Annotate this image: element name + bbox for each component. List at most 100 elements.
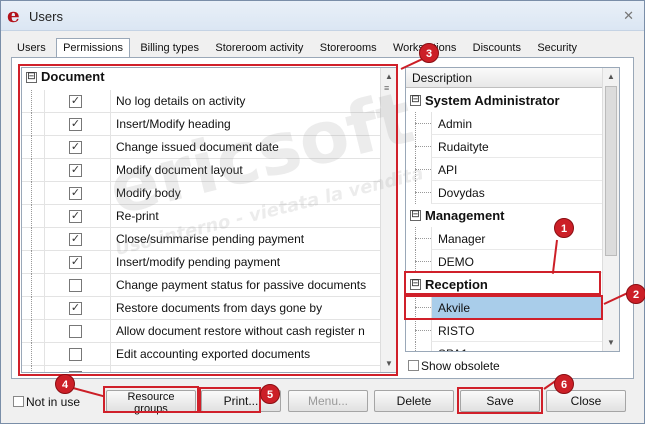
permission-row[interactable]: ✓ Restore documents from days gone by — [22, 297, 382, 320]
tree-user[interactable]: DEMO — [406, 250, 603, 273]
annotation-badge-5: 5 — [260, 384, 280, 404]
tree-user[interactable]: RISTO — [406, 319, 603, 342]
permission-label: Insert/modify pending payment — [116, 255, 281, 269]
tree-connector — [31, 136, 32, 159]
permission-label: Change issued document date — [116, 140, 279, 154]
permission-label: Modify body — [116, 186, 181, 200]
permissions-scrollbar[interactable]: ▲ ≡ ▼ — [380, 68, 397, 372]
tree-group[interactable]: ⊟ Management — [406, 204, 603, 227]
permission-checkbox[interactable] — [69, 279, 82, 292]
tree-group-label: Reception — [425, 277, 488, 292]
not-in-use-checkbox[interactable]: Not in use — [13, 395, 80, 409]
not-in-use-box[interactable] — [13, 396, 24, 407]
permission-checkbox[interactable]: ✓ — [69, 210, 82, 223]
tree-branch — [415, 123, 431, 124]
description-column-header[interactable]: Description — [406, 68, 603, 88]
permission-checkbox[interactable] — [69, 371, 82, 372]
tree-branch — [415, 169, 431, 170]
tab-permissions[interactable]: Permissions — [56, 38, 130, 57]
permission-checkbox[interactable]: ✓ — [69, 233, 82, 246]
permission-row[interactable]: Edit accounting exported documents — [22, 343, 382, 366]
close-window-icon[interactable]: ✕ — [623, 8, 634, 24]
tree-group-label: System Administrator — [425, 93, 560, 108]
tree-group[interactable]: ⊟ Reception — [406, 273, 603, 296]
permission-row[interactable]: ✓ Insert/modify pending payment — [22, 251, 382, 274]
not-in-use-label: Not in use — [26, 395, 81, 409]
permission-label: Close/summarise pending payment — [116, 232, 305, 246]
permission-row[interactable]: ✓ Re-print — [22, 205, 382, 228]
permission-row[interactable]: Change payment status for passive docume… — [22, 274, 382, 297]
tab-discounts[interactable]: Discounts — [467, 39, 527, 58]
permission-group-label: Document — [41, 69, 105, 84]
tree-user[interactable]: Rudaityte — [406, 135, 603, 158]
collapse-icon[interactable]: ⊟ — [410, 210, 421, 221]
permission-label: Insert/Modify heading — [116, 117, 231, 131]
annotation-badge-4: 4 — [55, 374, 75, 394]
permission-row[interactable]: ✓ Modify body — [22, 182, 382, 205]
resource-groups-line1: Resource — [127, 391, 175, 403]
tree-branch — [415, 192, 431, 193]
permission-label: Allow document restore without cash regi… — [116, 324, 365, 338]
permission-row[interactable]: ✓ Change issued document date — [22, 136, 382, 159]
permission-group-document[interactable]: ⊟ Document — [22, 68, 382, 87]
permission-checkbox[interactable] — [69, 325, 82, 338]
tree-user[interactable]: Dovydas — [406, 181, 603, 204]
user-group-tree[interactable]: Description ⊟ System Administrator Admin Ru… — [405, 67, 620, 352]
permissions-grid[interactable]: ⊟ Document ✓ No log details on activity ✓ I… — [21, 67, 398, 373]
tab-storeroom-activity[interactable]: Storeroom activity — [209, 39, 309, 58]
permission-checkbox[interactable]: ✓ — [69, 164, 82, 177]
permission-row[interactable]: ✓ Close/summarise pending payment — [22, 228, 382, 251]
permission-checkbox[interactable]: ✓ — [69, 141, 82, 154]
scroll-grip-icon[interactable]: ≡ — [384, 84, 394, 93]
tree-connector — [31, 251, 32, 274]
permission-label: Change payment status for passive docume… — [116, 278, 367, 292]
permission-row[interactable]: Export — [22, 366, 382, 372]
permission-row[interactable]: Allow document restore without cash regi… — [22, 320, 382, 343]
permission-label: Restore documents from days gone by — [116, 301, 323, 315]
collapse-icon[interactable]: ⊟ — [26, 72, 37, 83]
permission-checkbox[interactable]: ✓ — [69, 95, 82, 108]
scroll-down-arrow-icon[interactable]: ▼ — [381, 355, 397, 372]
permission-label: Edit accounting exported documents — [116, 347, 311, 361]
show-obsolete-label: Show obsolete — [421, 359, 500, 373]
tab-security[interactable]: Security — [531, 39, 583, 58]
tree-user[interactable]: SPA1 — [406, 342, 603, 351]
window-title: Users — [29, 9, 63, 24]
permission-row[interactable]: ✓ Insert/Modify heading — [22, 113, 382, 136]
tab-users[interactable]: Users — [11, 39, 52, 58]
permission-checkbox[interactable]: ✓ — [69, 256, 82, 269]
tree-scroll-down-arrow-icon[interactable]: ▼ — [603, 334, 619, 351]
permission-checkbox[interactable]: ✓ — [69, 118, 82, 131]
permission-checkbox[interactable] — [69, 348, 82, 361]
tree-user[interactable]: API — [406, 158, 603, 181]
tree-scroll-thumb[interactable] — [605, 86, 617, 256]
permission-checkbox[interactable]: ✓ — [69, 302, 82, 315]
permission-row[interactable]: ✓ Modify document layout — [22, 159, 382, 182]
collapse-icon[interactable]: ⊟ — [410, 95, 421, 106]
tree-user-label: Akvile — [438, 301, 471, 315]
tree-connector — [31, 366, 32, 372]
tree-connector — [31, 297, 32, 320]
title-bar: e Users ✕ — [1, 1, 644, 31]
tree-connector — [31, 90, 32, 113]
collapse-icon[interactable]: ⊟ — [410, 279, 421, 290]
tree-user-label: Rudaityte — [438, 140, 489, 154]
tab-billing-types[interactable]: Billing types — [134, 39, 205, 58]
tab-storerooms[interactable]: Storerooms — [314, 39, 383, 58]
permission-row[interactable]: ✓ No log details on activity — [22, 90, 382, 113]
delete-button[interactable]: Delete — [374, 390, 454, 412]
tree-user-label: API — [438, 163, 458, 177]
close-button[interactable]: Close — [546, 390, 626, 412]
permission-checkbox[interactable]: ✓ — [69, 187, 82, 200]
show-obsolete-box[interactable] — [408, 360, 419, 371]
tree-scrollbar[interactable]: ▲ ▼ — [602, 68, 619, 351]
tree-group[interactable]: ⊟ System Administrator — [406, 89, 603, 112]
tree-scroll-up-arrow-icon[interactable]: ▲ — [603, 68, 619, 85]
tree-user[interactable]: Akvile — [406, 296, 603, 319]
tree-group-label: Management — [425, 208, 505, 223]
tree-user[interactable]: Admin — [406, 112, 603, 135]
resource-groups-button[interactable]: Resource groups — [106, 390, 196, 415]
show-obsolete-checkbox[interactable]: Show obsolete — [408, 359, 500, 373]
save-button[interactable]: Save — [460, 390, 540, 412]
tree-connector — [31, 320, 32, 343]
